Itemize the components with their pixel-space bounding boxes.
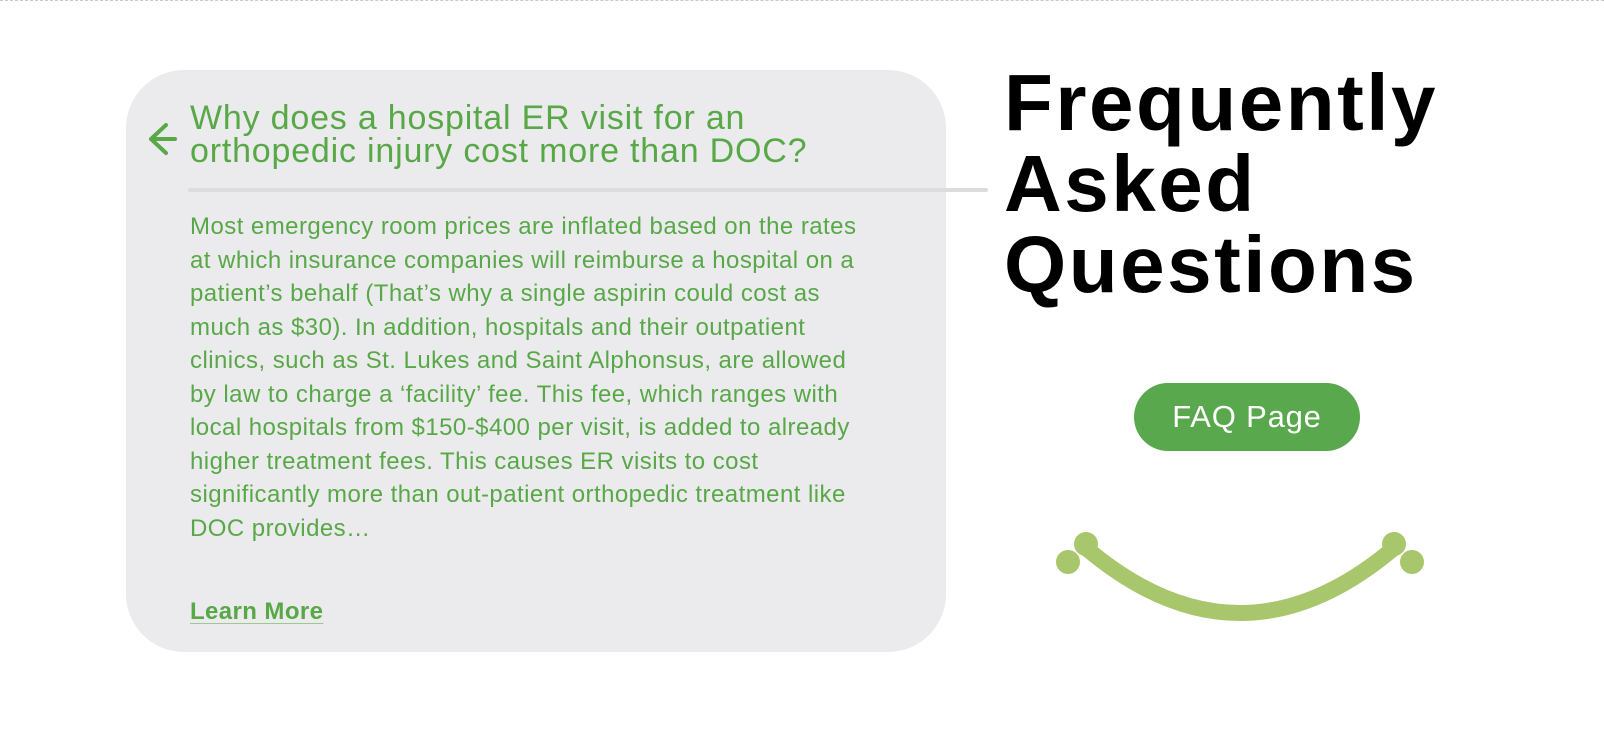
smile-icon <box>1056 532 1424 621</box>
top-dashed-rule <box>0 0 1604 1</box>
question-divider <box>188 188 988 192</box>
learn-more-link[interactable]: Learn More <box>190 598 323 626</box>
faq-heading: Frequently Asked Questions <box>1004 62 1594 305</box>
faq-page-button[interactable]: FAQ Page <box>1134 383 1360 451</box>
faq-heading-line: Frequently <box>1004 58 1438 147</box>
arrow-left-icon[interactable] <box>146 122 178 156</box>
faq-answer-card: Why does a hospital ER visit for an orth… <box>126 70 988 652</box>
faq-heading-line: Asked <box>1004 139 1257 228</box>
faq-question: Why does a hospital ER visit for an orth… <box>190 99 808 170</box>
faq-answer: Most emergency room prices are inflated … <box>190 213 857 542</box>
faq-heading-line: Questions <box>1004 220 1418 309</box>
page: Why does a hospital ER visit for an orth… <box>0 0 1604 752</box>
